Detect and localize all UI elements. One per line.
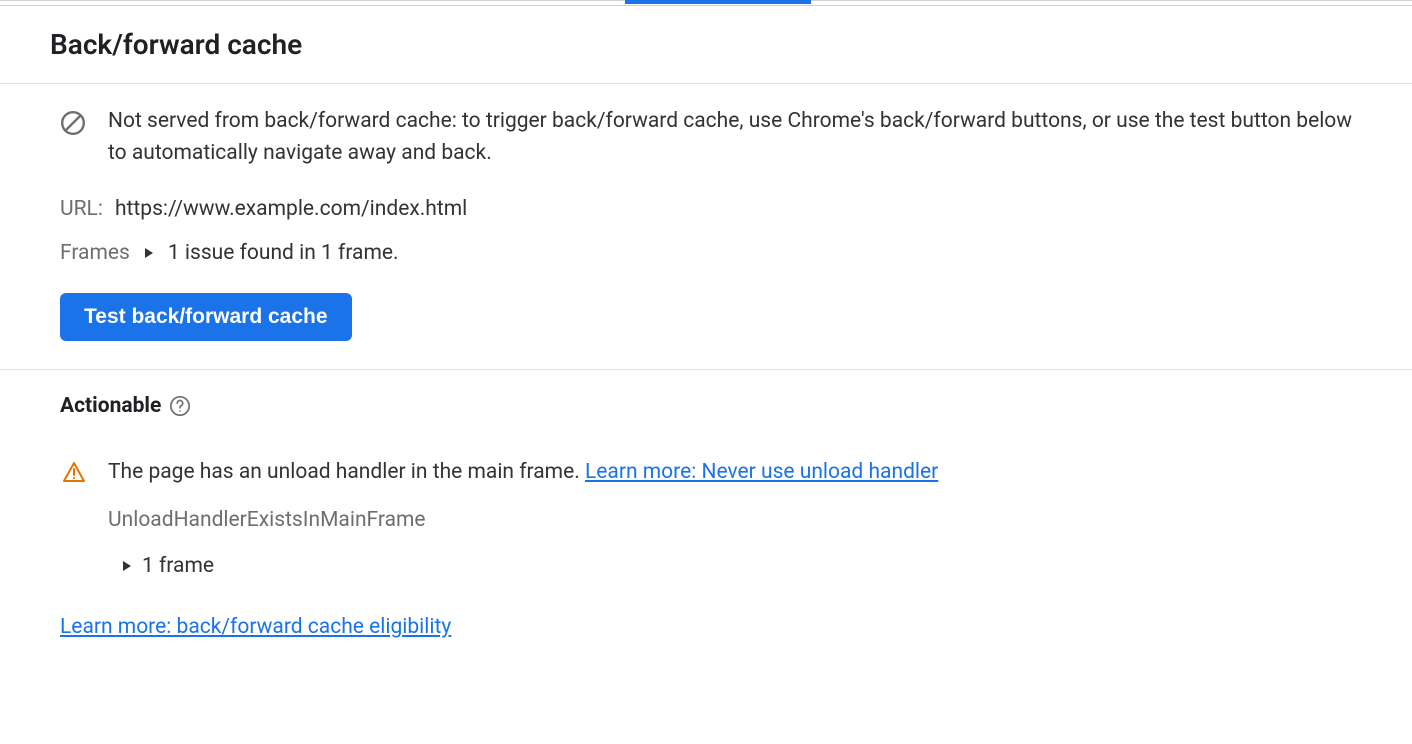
frames-summary: 1 issue found in 1 frame. <box>168 241 399 265</box>
url-label: URL: <box>60 197 103 221</box>
url-value: https://www.example.com/index.html <box>115 197 467 221</box>
not-served-icon <box>60 110 86 136</box>
frames-row: Frames 1 issue found in 1 frame. <box>60 241 1362 265</box>
issue-code: UnloadHandlerExistsInMainFrame <box>108 508 1352 532</box>
issue-frame-disclosure-triangle-icon[interactable] <box>122 560 132 572</box>
test-bfcache-button[interactable]: Test back/forward cache <box>60 293 352 341</box>
issue-learn-more-link[interactable]: Learn more: Never use unload handler <box>585 460 938 484</box>
actionable-section: Actionable The page has an unload handle… <box>0 370 1412 669</box>
issue-message: The page has an unload handler in the ma… <box>108 460 585 484</box>
page-title: Back/forward cache <box>50 28 1362 61</box>
warning-icon <box>62 460 86 484</box>
issue-message-wrap: The page has an unload handler in the ma… <box>108 460 938 484</box>
frames-disclosure-triangle-icon[interactable] <box>144 247 154 259</box>
issue-frame-count: 1 frame <box>142 554 214 578</box>
issue-block: The page has an unload handler in the ma… <box>62 460 1352 578</box>
cache-status-section: Not served from back/forward cache: to t… <box>0 84 1412 370</box>
url-row: URL: https://www.example.com/index.html <box>60 197 1362 221</box>
issue-frame-row: 1 frame <box>122 554 1352 578</box>
issue-row: The page has an unload handler in the ma… <box>62 460 1352 484</box>
help-icon[interactable] <box>169 395 191 417</box>
status-message: Not served from back/forward cache: to t… <box>108 106 1362 169</box>
frames-label: Frames <box>60 241 130 265</box>
bfcache-eligibility-link[interactable]: Learn more: back/forward cache eligibili… <box>60 615 451 639</box>
actionable-heading: Actionable <box>60 394 1352 418</box>
panel-header: Back/forward cache <box>0 6 1412 84</box>
tab-strip <box>0 0 1412 6</box>
active-tab-indicator <box>625 0 811 4</box>
status-info-row: Not served from back/forward cache: to t… <box>60 106 1362 169</box>
actionable-heading-label: Actionable <box>60 394 161 418</box>
